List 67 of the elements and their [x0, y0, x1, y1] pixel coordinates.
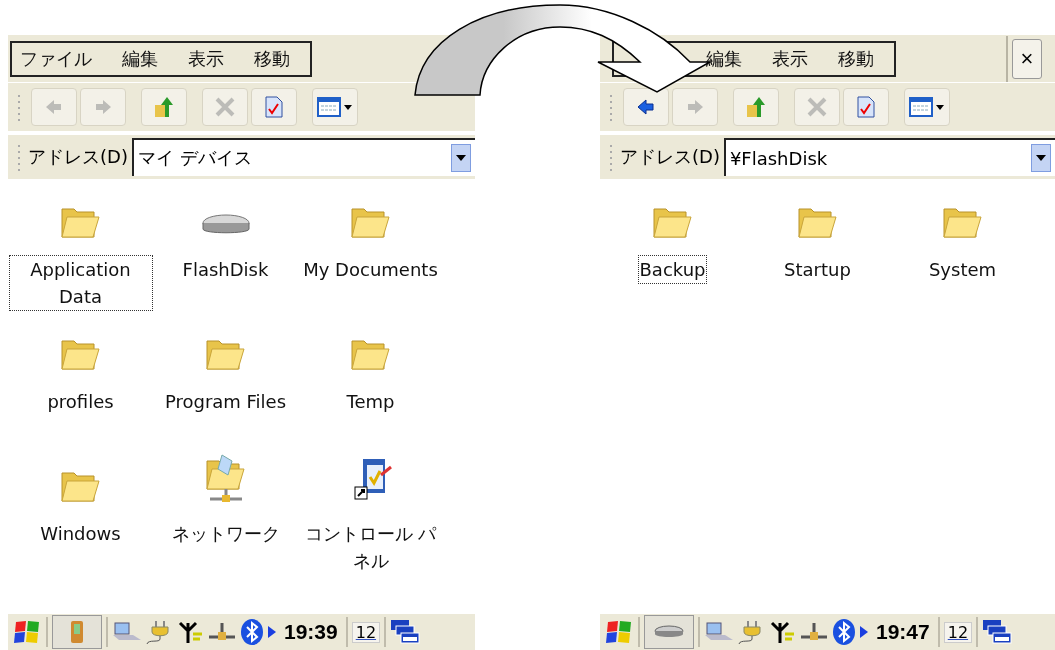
- dropdown-button[interactable]: [1031, 144, 1051, 172]
- delete-x-icon: [215, 97, 235, 117]
- address-label: アドレス(D): [28, 145, 128, 169]
- view-list-icon: [317, 97, 353, 117]
- start-logo-icon[interactable]: [14, 619, 42, 645]
- toolbar-button[interactable]: [141, 88, 187, 126]
- view-list-icon: [909, 97, 945, 117]
- windows-stack-icon[interactable]: [982, 619, 1013, 645]
- folder-up-icon: [153, 95, 175, 119]
- drive-icon: [654, 624, 684, 640]
- menu-item[interactable]: 表示: [772, 46, 808, 71]
- address-field[interactable]: マイ デバイス: [131, 138, 475, 176]
- file-label[interactable]: profiles: [45, 387, 116, 416]
- network-connection-icon[interactable]: [208, 621, 236, 643]
- expand-arrow-icon[interactable]: [860, 626, 868, 638]
- close-button[interactable]: ×: [1012, 38, 1042, 79]
- clock-time[interactable]: 19:47: [876, 620, 930, 644]
- file-label[interactable]: Backup: [637, 255, 708, 284]
- network-folder-icon: [203, 453, 248, 505]
- dropdown-button[interactable]: [451, 144, 471, 172]
- active-app-button[interactable]: [644, 615, 694, 649]
- caret-icon: [456, 155, 466, 161]
- folder-up-icon: [745, 95, 767, 119]
- forward-arrow-icon: [94, 98, 112, 116]
- network-connection-icon[interactable]: [800, 621, 828, 643]
- menu-item[interactable]: 移動: [254, 46, 290, 71]
- menu-item[interactable]: 表示: [188, 46, 224, 71]
- file-label[interactable]: Program Files: [162, 387, 289, 416]
- toolbar-button[interactable]: [623, 88, 669, 126]
- toolbar-button[interactable]: [904, 88, 950, 126]
- back-arrow-icon: [637, 98, 655, 116]
- start-logo-icon[interactable]: [606, 619, 634, 645]
- back-arrow-icon: [45, 98, 63, 116]
- toolbar-button[interactable]: [733, 88, 779, 126]
- properties-icon: [857, 96, 875, 118]
- address-label: アドレス(D): [620, 145, 720, 169]
- file-label[interactable]: ネットワーク: [169, 519, 282, 548]
- laptop-icon[interactable]: [112, 621, 142, 643]
- address-field[interactable]: ¥FlashDisk: [723, 138, 1055, 176]
- input-mode-indicator[interactable]: 12: [943, 621, 973, 643]
- menu-item[interactable]: 編集: [706, 46, 742, 71]
- menu-item[interactable]: 移動: [838, 46, 874, 71]
- bluetooth-icon[interactable]: [240, 618, 264, 646]
- input-mode-indicator[interactable]: 12: [351, 621, 381, 643]
- clock-time[interactable]: 19:39: [284, 620, 338, 644]
- file-label[interactable]: コントロール パネル: [298, 519, 443, 575]
- forward-arrow-icon: [686, 98, 704, 116]
- expand-arrow-icon[interactable]: [268, 626, 276, 638]
- windows-stack-icon[interactable]: [390, 619, 421, 645]
- file-label[interactable]: Windows: [38, 519, 123, 548]
- laptop-icon[interactable]: [704, 621, 734, 643]
- toolbar-button[interactable]: [312, 88, 358, 126]
- file-label[interactable]: FlashDisk: [180, 255, 271, 284]
- file-label[interactable]: My Documents: [301, 255, 440, 284]
- menu-item[interactable]: 編集: [122, 46, 158, 71]
- file-label[interactable]: Startup: [782, 255, 853, 284]
- file-label[interactable]: System: [926, 255, 999, 284]
- menu-item[interactable]: ファイル: [20, 46, 92, 71]
- delete-x-icon: [807, 97, 827, 117]
- file-label[interactable]: Application Data: [8, 255, 153, 311]
- antenna-signal-icon[interactable]: [178, 619, 204, 645]
- caret-icon: [1036, 155, 1046, 161]
- file-label[interactable]: Temp: [344, 387, 397, 416]
- antenna-signal-icon[interactable]: [770, 619, 796, 645]
- handheld-device-icon: [70, 620, 84, 644]
- properties-icon: [265, 96, 283, 118]
- bluetooth-icon[interactable]: [832, 618, 856, 646]
